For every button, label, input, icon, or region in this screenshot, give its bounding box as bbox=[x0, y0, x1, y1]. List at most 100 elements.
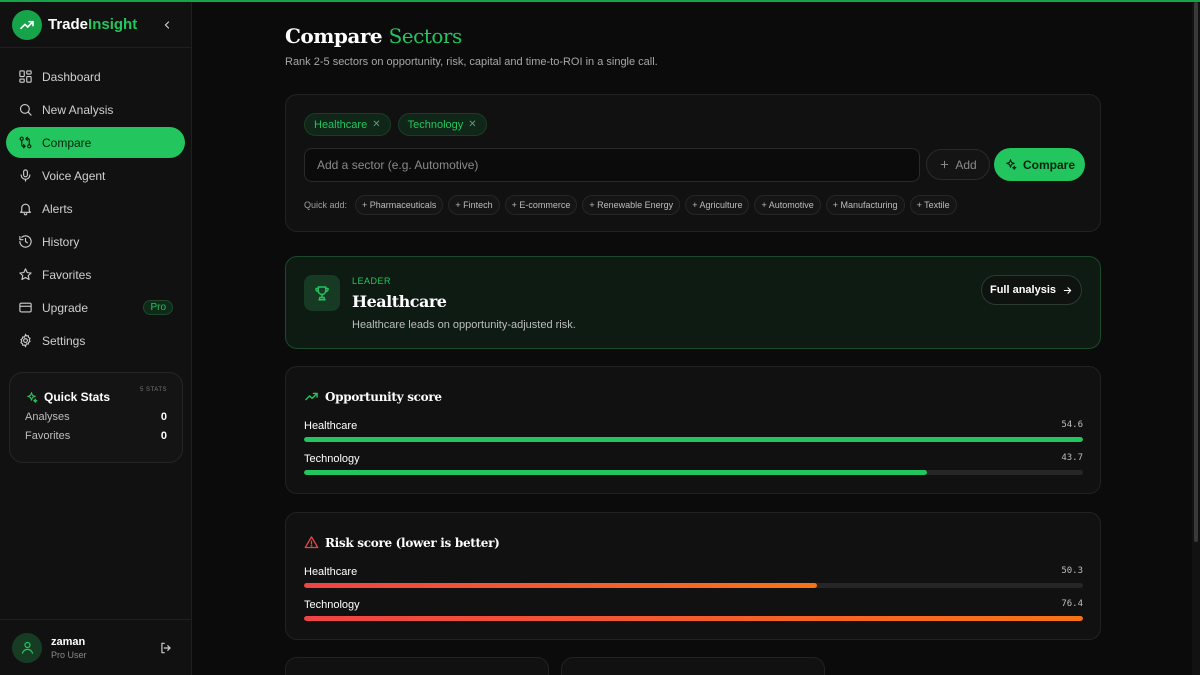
user-meta: zaman Pro User bbox=[51, 636, 87, 660]
opportunity-score-header: Opportunity score bbox=[304, 389, 442, 404]
scrollbar-thumb[interactable] bbox=[1194, 2, 1198, 542]
brand-logo-icon[interactable] bbox=[12, 9, 42, 40]
quick-add-chip[interactable]: + Automotive bbox=[754, 195, 821, 215]
quick-add-chip[interactable]: + E-commerce bbox=[504, 195, 578, 215]
trending-up-icon bbox=[305, 392, 318, 401]
quick-stat-favorites: Favorites 0 bbox=[25, 430, 167, 442]
add-sector-label: Add bbox=[955, 157, 977, 172]
bar-label: Healthcare bbox=[304, 566, 358, 578]
sparkle-icon bbox=[1006, 159, 1017, 170]
sidebar-item-history[interactable]: History bbox=[6, 226, 185, 257]
risk-score-card: Risk score (lower is better) Healthcare … bbox=[285, 512, 1101, 640]
risk-bar-fill bbox=[304, 616, 1083, 621]
trophy-icon bbox=[304, 275, 340, 311]
bar-label: Healthcare bbox=[304, 420, 358, 432]
sector-input[interactable] bbox=[304, 148, 920, 182]
sidebar-item-dashboard[interactable]: Dashboard bbox=[6, 61, 185, 92]
collapse-sidebar-button[interactable] bbox=[159, 17, 175, 33]
user-icon bbox=[21, 641, 33, 654]
quick-stat-value: 0 bbox=[160, 430, 167, 442]
sidebar-item-upgrade[interactable]: Upgrade Pro bbox=[6, 292, 185, 323]
bar-track bbox=[304, 583, 1083, 588]
gear-icon bbox=[20, 333, 31, 348]
search-icon bbox=[19, 103, 32, 116]
risk-score-title: Risk score (lower is better) bbox=[325, 535, 500, 550]
quick-stats-tag: 5 STATS bbox=[140, 387, 167, 393]
add-sector-button[interactable]: Add bbox=[926, 149, 990, 180]
sidebar-item-alerts[interactable]: Alerts bbox=[6, 193, 185, 224]
page-title: Compare Sectors bbox=[285, 24, 462, 48]
quick-add-chip[interactable]: + Textile bbox=[909, 195, 957, 215]
quick-stat-value: 0 bbox=[160, 411, 167, 423]
bar-label: Technology bbox=[304, 599, 360, 611]
logout-icon[interactable] bbox=[159, 641, 173, 655]
plus-icon bbox=[941, 160, 949, 169]
quick-stat-label: Favorites bbox=[25, 430, 71, 442]
quick-add-chip[interactable]: + Pharmaceuticals bbox=[355, 195, 444, 215]
chip-label: Healthcare bbox=[314, 118, 368, 131]
user-profile: zaman Pro User bbox=[0, 619, 191, 675]
user-name: zaman bbox=[51, 635, 86, 648]
sector-compose-card: Healthcare ✕ Technology ✕ Add Compare Qu… bbox=[285, 94, 1101, 232]
leader-card: LEADER Healthcare Healthcare leads on op… bbox=[285, 256, 1101, 349]
sidebar-item-new-analysis[interactable]: New Analysis bbox=[6, 94, 185, 125]
bar-value: 43.7 bbox=[1061, 453, 1083, 463]
chevron-left-icon bbox=[164, 20, 170, 29]
sidebar-item-label: Voice Agent bbox=[42, 168, 106, 183]
sidebar-item-label: Dashboard bbox=[42, 69, 101, 84]
metric-card-partial bbox=[285, 657, 549, 675]
scrollbar[interactable] bbox=[1192, 2, 1200, 675]
sidebar-item-compare[interactable]: Compare bbox=[6, 127, 185, 158]
bar-value: 50.3 bbox=[1061, 566, 1083, 576]
bar-value: 54.6 bbox=[1061, 420, 1083, 430]
grid-icon bbox=[19, 70, 32, 83]
sidebar-item-label: Settings bbox=[42, 333, 86, 348]
sidebar-item-voice-agent[interactable]: Voice Agent bbox=[6, 160, 185, 191]
opportunity-bar-fill bbox=[304, 470, 928, 475]
quick-add-chip[interactable]: + Agriculture bbox=[685, 195, 750, 215]
risk-score-header: Risk score (lower is better) bbox=[304, 535, 500, 550]
sidebar-item-settings[interactable]: Settings bbox=[6, 325, 185, 356]
selected-sector-chip[interactable]: Technology ✕ bbox=[397, 113, 487, 136]
remove-chip-icon[interactable]: ✕ bbox=[468, 119, 476, 130]
sidebar-item-label: New Analysis bbox=[42, 102, 114, 117]
opportunity-score-card: Opportunity score Healthcare 54.6 Techno… bbox=[285, 366, 1101, 494]
selected-sector-chip[interactable]: Healthcare ✕ bbox=[304, 113, 391, 136]
quick-stats-title: Quick Stats bbox=[44, 390, 111, 404]
compare-button[interactable]: Compare bbox=[994, 148, 1085, 181]
page-subtitle: Rank 2-5 sectors on opportunity, risk, c… bbox=[285, 56, 658, 68]
opportunity-score-title: Opportunity score bbox=[325, 389, 442, 404]
main-content: Compare Sectors Rank 2-5 sectors on oppo… bbox=[192, 2, 1192, 675]
full-analysis-button[interactable]: Full analysis bbox=[981, 275, 1082, 305]
bar-track bbox=[304, 437, 1083, 442]
selected-sectors: Healthcare ✕ Technology ✕ bbox=[304, 113, 487, 136]
compare-button-label: Compare bbox=[1022, 157, 1075, 172]
sidebar-item-label: History bbox=[42, 234, 80, 249]
brand: TradeInsight bbox=[0, 2, 191, 48]
warning-icon bbox=[304, 536, 319, 549]
quick-add-chip[interactable]: + Fintech bbox=[448, 195, 500, 215]
brand-name-accent: Insight bbox=[88, 16, 138, 33]
compare-icon bbox=[19, 136, 32, 149]
sidebar-item-label: Upgrade bbox=[42, 300, 89, 315]
quick-add-chip[interactable]: + Manufacturing bbox=[825, 195, 905, 215]
quick-stat-analyses: Analyses 0 bbox=[25, 411, 167, 423]
history-icon bbox=[19, 235, 32, 248]
risk-bar-fill bbox=[304, 583, 817, 588]
metric-card-partial bbox=[561, 657, 825, 675]
quick-add-chip[interactable]: + Renewable Energy bbox=[582, 195, 681, 215]
sparkle-icon bbox=[27, 391, 38, 403]
avatar[interactable] bbox=[12, 632, 42, 663]
opportunity-bar-fill bbox=[304, 437, 1083, 442]
opportunity-bar-row: Healthcare 54.6 bbox=[304, 420, 1083, 442]
quick-add-label: Quick add: bbox=[304, 200, 348, 210]
bar-track bbox=[304, 470, 1083, 475]
sidebar-nav: Dashboard New Analysis Compare Voice Age… bbox=[0, 48, 191, 356]
sidebar-item-favorites[interactable]: Favorites bbox=[6, 259, 185, 290]
bell-icon bbox=[19, 203, 32, 216]
star-icon bbox=[19, 268, 32, 281]
quick-stat-label: Analyses bbox=[25, 411, 70, 423]
remove-chip-icon[interactable]: ✕ bbox=[372, 119, 380, 130]
brand-name: TradeInsight bbox=[48, 16, 137, 33]
full-analysis-label: Full analysis bbox=[989, 284, 1057, 296]
